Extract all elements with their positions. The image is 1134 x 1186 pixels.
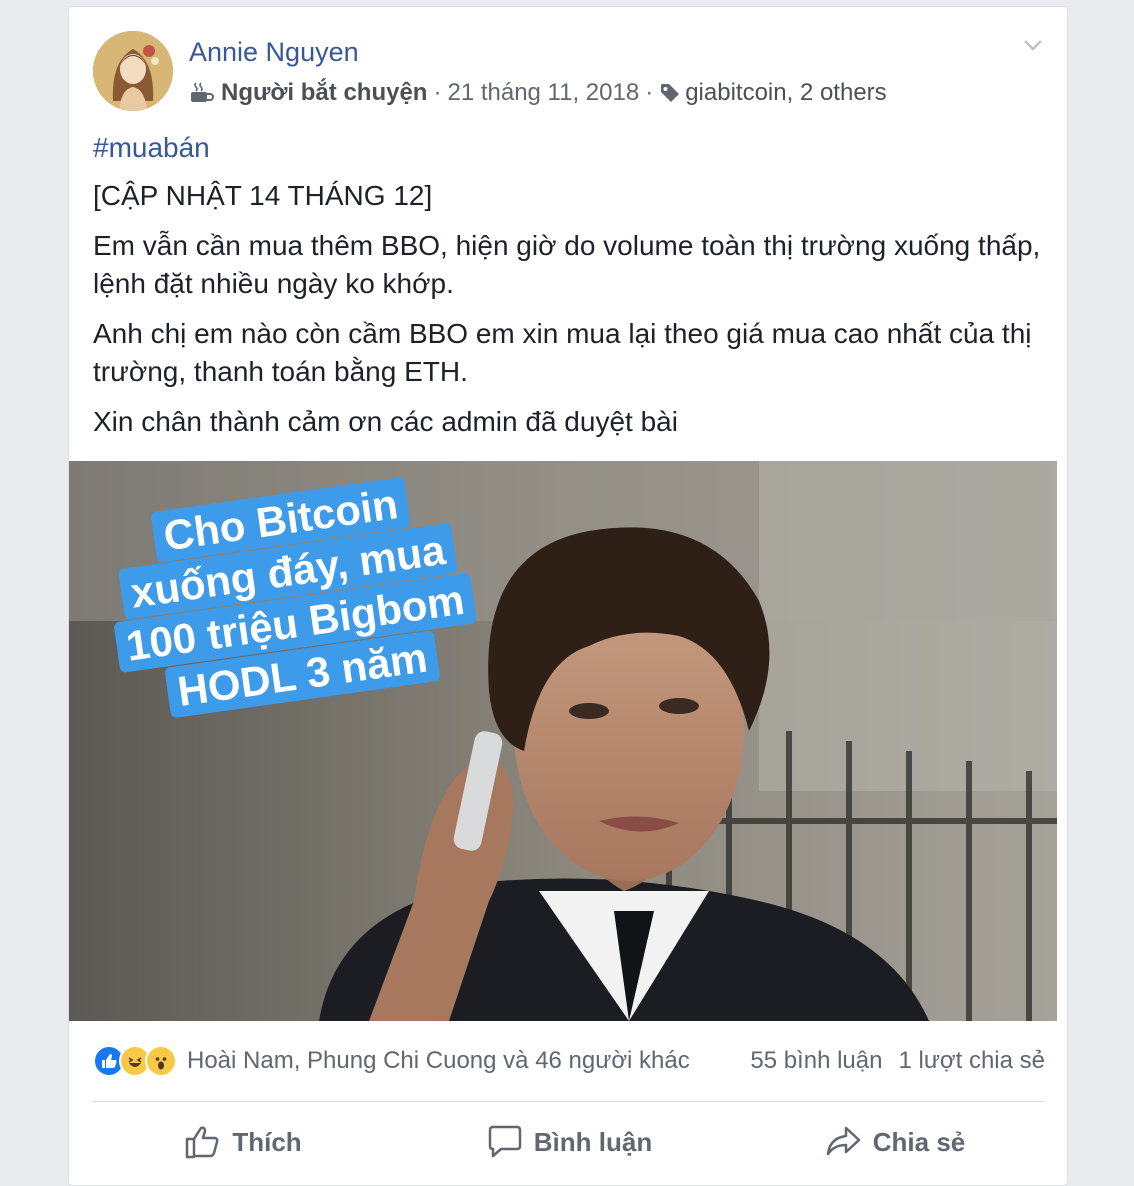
post-paragraph: Xin chân thành cảm ơn các admin đã duyệt… [93, 406, 678, 437]
reaction-icons[interactable] [93, 1045, 177, 1077]
post-card: Annie Nguyen Người bắt chuyện · 21 tháng… [68, 6, 1068, 1186]
post-photo[interactable]: Cho Bitcoin xuống đáy, mua 100 triệu Big… [69, 461, 1057, 1021]
post-paragraph: Em vẫn cần mua thêm BBO, hiện giờ do vol… [93, 230, 1041, 299]
meta-separator: · [433, 79, 442, 106]
photo-caption-text: Cho Bitcoin xuống đáy, mua 100 triệu Big… [113, 476, 478, 719]
meta-separator: · [645, 79, 654, 106]
share-arrow-icon [826, 1126, 860, 1156]
comment-label: Bình luận [533, 1126, 653, 1157]
post-meta: Người bắt chuyện · 21 tháng 11, 2018 · g… [189, 79, 887, 107]
author-avatar[interactable] [93, 31, 173, 111]
post-paragraph: Anh chị em nào còn cầm BBO em xin mua lạ… [93, 318, 1032, 387]
post-paragraph: [CẬP NHẬT 14 THÁNG 12] [93, 180, 433, 211]
tag-others[interactable]: , 2 others [787, 79, 887, 107]
author-badge[interactable]: Người bắt chuyện [221, 79, 427, 107]
comment-count[interactable]: 55 bình luận [750, 1047, 882, 1075]
tag-giabitcoin[interactable]: giabitcoin [685, 79, 786, 107]
share-label: Chia sẻ [872, 1126, 966, 1157]
thumbs-up-icon [186, 1126, 219, 1159]
action-bar: Thích Bình luận Chia sẻ [93, 1117, 1045, 1167]
comment-button[interactable]: Bình luận [419, 1117, 719, 1167]
hashtag-link[interactable]: #muabán [93, 129, 1043, 167]
wow-icon [145, 1045, 177, 1077]
coffee-cup-icon [191, 82, 214, 102]
avatar-illustration [93, 31, 173, 111]
post-text: #muabán [CẬP NHẬT 14 THÁNG 12] Em vẫn cầ… [93, 129, 1043, 453]
comment-bubble-icon [488, 1125, 522, 1158]
chevron-down-icon[interactable] [1021, 33, 1045, 57]
post-date[interactable]: 21 tháng 11, 2018 [447, 79, 639, 107]
share-button[interactable]: Chia sẻ [745, 1117, 1045, 1167]
reactions-bar: Hoài Nam, Phung Chi Cuong và 46 người kh… [93, 1041, 1045, 1081]
action-divider [93, 1101, 1045, 1102]
share-count[interactable]: 1 lượt chia sẻ [898, 1047, 1045, 1075]
reactors-summary[interactable]: Hoài Nam, Phung Chi Cuong và 46 người kh… [187, 1047, 750, 1075]
author-name[interactable]: Annie Nguyen [189, 37, 359, 68]
like-button[interactable]: Thích [93, 1117, 393, 1167]
like-label: Thích [232, 1126, 302, 1157]
tag-icon [661, 84, 680, 102]
